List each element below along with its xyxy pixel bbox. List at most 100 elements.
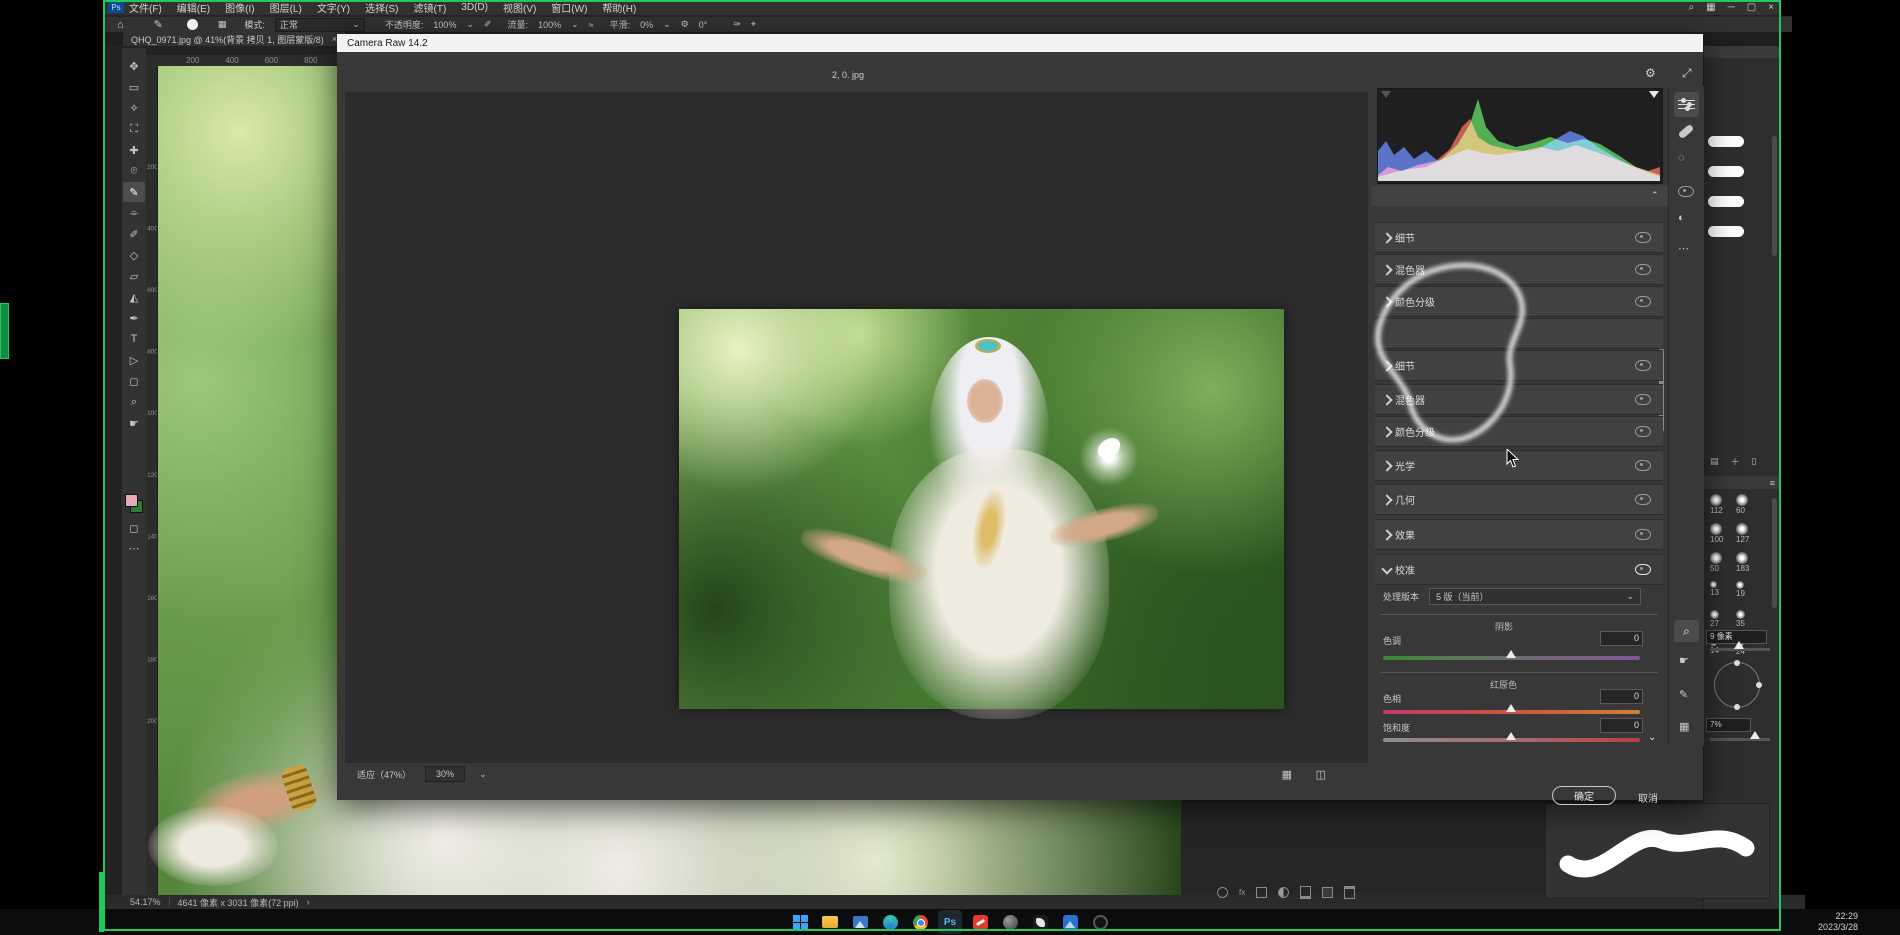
group-icon[interactable] [1300,886,1311,899]
menu-view[interactable]: 视图(V) [503,0,536,15]
camera-raw-title-bar[interactable]: Camera Raw 14.2 [337,34,1703,52]
brush-preset[interactable]: 60 [1736,494,1762,523]
delete-layer-icon[interactable] [1344,886,1355,899]
foreground-color-swatch[interactable] [125,494,138,507]
acr-preview-area[interactable] [345,92,1368,763]
cancel-button[interactable]: 取消 [1638,790,1658,805]
layer-mask-icon[interactable] [1256,887,1267,898]
crop-tool[interactable]: ⛶ [123,119,145,139]
saturation-slider-thumb[interactable] [1506,732,1516,740]
eye-icon[interactable] [1635,394,1651,405]
eye-icon[interactable] [1635,232,1651,243]
zoom-tool[interactable]: ⌕ [123,392,145,412]
start-button[interactable] [788,910,812,934]
ok-button[interactable]: 确定 [1552,786,1616,805]
opacity-value[interactable]: 100% [433,20,456,30]
section-detail[interactable]: 细节 [1375,222,1663,253]
tint-slider-thumb[interactable] [1506,650,1516,658]
lasso-tool[interactable]: ⟡ [123,98,145,118]
symmetry-icon[interactable]: ⌖ [751,19,756,30]
hue-slider-thumb[interactable] [1506,704,1516,712]
red-app-icon[interactable] [968,910,992,934]
history-brush-tool[interactable]: ✐ [123,224,145,244]
new-layer-icon[interactable] [1322,887,1333,898]
masking-tool-icon[interactable]: ◌ [1678,152,1685,164]
menu-help[interactable]: 帮助(H) [602,0,636,15]
delete-brush-icon[interactable]: ▯ [1752,456,1757,467]
menu-filter[interactable]: 滤镜(T) [414,0,447,15]
brush-tool-acr-icon[interactable]: ✎ [1679,688,1688,701]
eye-icon[interactable] [1635,564,1651,575]
menu-edit[interactable]: 编辑(E) [177,0,210,15]
flow-value[interactable]: 100% [538,20,561,30]
fit-zoom-button[interactable]: 适应（47%） [357,768,411,781]
highlight-clip-icon[interactable] [1649,91,1659,98]
edit-tool[interactable] [1674,92,1699,117]
healing-tool[interactable]: ⌾ [123,161,145,181]
minimize-button[interactable]: ─ [1728,2,1735,13]
close-button[interactable]: × [1768,2,1774,13]
brush-flow-field[interactable]: 7% [1706,718,1751,732]
photoshop-taskbar-icon[interactable]: Ps [938,910,962,934]
menu-file[interactable]: 文件(F) [129,0,162,15]
smoothing-gear-icon[interactable]: ⚙ [681,19,689,30]
smoothing-chevron-icon[interactable]: ⌄ [663,19,671,30]
chrome-browser-icon[interactable] [908,910,932,934]
taskbar-clock[interactable]: 22:29 2023/3/28 [1798,911,1858,933]
status-chevron-icon[interactable]: › [307,897,310,907]
brush-stroke-preview[interactable] [1708,166,1744,177]
zoom-percent-field[interactable]: 54.17% [130,897,161,907]
brush-flow-slider[interactable] [1710,738,1770,741]
brush-angle-value[interactable]: 0° [699,20,708,30]
healing-tool-icon[interactable] [1678,124,1695,140]
brush-stroke-preview[interactable] [1708,226,1744,237]
new-brush-icon[interactable]: ＋ [1731,455,1740,468]
photos-app-icon[interactable] [848,910,872,934]
smoothing-value[interactable]: 0% [640,20,653,30]
before-after-icon[interactable]: ◫ [1316,768,1326,781]
zoom-tool-acr[interactable]: ⌕ [1674,620,1699,642]
shape-tool[interactable]: ◻ [123,371,145,391]
brush-angle-dial[interactable] [1714,662,1760,708]
brush-preset[interactable]: 127 [1736,523,1762,552]
pressure-size-icon[interactable]: ✑ [733,19,741,30]
section-calibration[interactable]: 校准 [1375,554,1663,585]
presets-tool-icon[interactable]: ◐ [1678,212,1685,224]
screen-mode-icon[interactable]: ⋯ [123,538,145,558]
opacity-chevron-icon[interactable]: ⌄ [466,19,474,30]
eye-icon[interactable] [1635,264,1651,275]
type-tool[interactable]: T [123,329,145,349]
new-group-icon[interactable]: ▤ [1710,456,1719,467]
gray-sphere-app-icon[interactable] [998,910,1022,934]
brush-stroke-preview[interactable] [1708,196,1744,207]
eye-icon[interactable] [1635,529,1651,540]
workspace-layout-icon[interactable]: ▦ [1706,2,1715,13]
fx-icon[interactable]: fx [1239,888,1245,897]
document-tab[interactable]: QHQ_0971.jpg @ 41%(背景 拷贝 1, 图层蒙版/8) × [123,32,345,46]
eye-icon[interactable] [1635,494,1651,505]
acr-settings-gear-icon[interactable]: ⚙ [1645,66,1656,80]
eye-icon[interactable] [1635,426,1651,437]
brush-size-slider[interactable] [1710,648,1770,651]
section-color-grading-2[interactable]: 颜色分级 [1375,416,1663,447]
grid-tool-icon[interactable]: ▦ [1679,720,1689,733]
section-color-grading[interactable]: 颜色分级 [1375,286,1663,317]
process-version-dropdown[interactable]: 5 版（当前） ⌄ [1429,588,1641,605]
menu-layer[interactable]: 图层(L) [270,0,302,15]
brush-tool-icon[interactable]: ✎ [154,18,163,31]
brush-preset[interactable]: 19 [1736,581,1762,610]
panel-tab-bar[interactable] [1704,46,1781,58]
menu-select[interactable]: 选择(S) [365,0,398,15]
link-icon[interactable] [1217,887,1228,898]
zoom-level-dropdown[interactable]: 30% [425,766,465,782]
mode-dropdown[interactable]: 正常⌄ [275,18,365,32]
clone-stamp-tool[interactable]: ⌯ [123,203,145,223]
panel-scrollbar[interactable] [1772,136,1777,256]
brush-stroke-preview[interactable] [1708,136,1744,147]
edge-browser-icon[interactable] [878,910,902,934]
brush-preset[interactable]: 112 [1710,494,1736,523]
brush-preset[interactable]: 183 [1736,552,1762,581]
section-color-mixer-2[interactable]: 混色器 [1375,384,1663,415]
grid-view-icon[interactable]: ▦ [1282,768,1292,781]
eye-icon[interactable] [1635,296,1651,307]
